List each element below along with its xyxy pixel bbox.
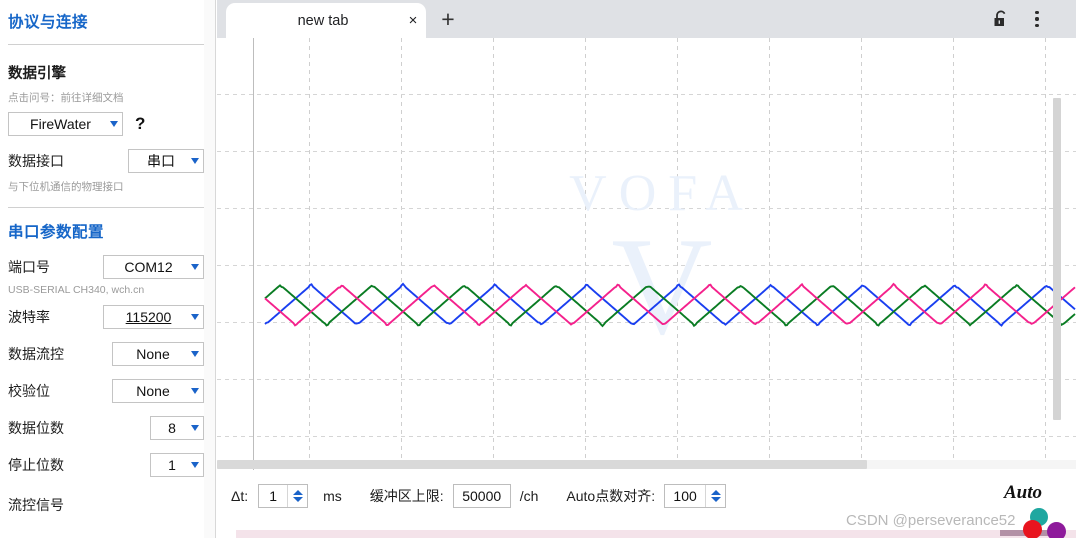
delta-t-stepper[interactable]: 1 xyxy=(258,484,309,508)
help-question-icon[interactable]: ? xyxy=(135,114,145,134)
tab-label: new tab xyxy=(297,12,349,29)
unlock-icon[interactable] xyxy=(990,8,1012,30)
stepper-up-icon[interactable] xyxy=(710,490,721,495)
flowcontrol-label: 数据流控 xyxy=(8,346,64,362)
plot-area[interactable]: VOFA V xyxy=(217,38,1076,470)
auto-align-stepper[interactable]: 100 xyxy=(664,484,727,508)
parity-label: 校验位 xyxy=(8,383,50,399)
sidebar-group-title-engine: 数据引擎 xyxy=(8,66,66,82)
chevron-down-icon xyxy=(191,351,199,357)
auto-align-label: Auto点数对齐: xyxy=(566,488,656,504)
data-interface-value: 串口 xyxy=(147,153,175,169)
stepper-down-icon[interactable] xyxy=(710,497,721,502)
sidebar-section-title-serial: 串口参数配置 xyxy=(8,224,105,241)
delta-t-label: Δt: xyxy=(231,488,249,504)
waveform-series xyxy=(264,282,1076,328)
auto-mode-label[interactable]: Auto xyxy=(1004,482,1042,504)
flow-signal-label: 流控信号 xyxy=(8,497,64,513)
buffer-limit-unit: /ch xyxy=(519,488,539,504)
baudrate-label: 波特率 xyxy=(8,309,50,325)
sidebar-engine-hint: 点击问号：前往详细文档 xyxy=(8,92,124,104)
auto-align-value[interactable]: 100 xyxy=(665,485,705,507)
vertical-scrollbar-thumb[interactable] xyxy=(1053,98,1061,420)
tab-strip: new tab × + xyxy=(217,0,1076,38)
baudrate-select[interactable]: 115200 xyxy=(103,305,204,329)
flowcontrol-value: None xyxy=(136,346,170,362)
data-engine-value: FireWater xyxy=(30,116,91,132)
buffer-limit-label: 缓冲区上限: xyxy=(369,488,444,504)
purple-dot xyxy=(1047,522,1066,538)
flowcontrol-select[interactable]: None xyxy=(112,342,204,366)
tab-new-tab[interactable]: new tab × xyxy=(226,3,426,38)
sidebar-right-divider xyxy=(204,0,216,538)
delta-t-value[interactable]: 1 xyxy=(259,485,287,507)
stopbits-value: 1 xyxy=(168,457,176,473)
chevron-down-icon xyxy=(191,388,199,394)
sidebar-divider-2 xyxy=(8,207,204,208)
delta-t-unit: ms xyxy=(323,488,342,504)
csdn-watermark: CSDN @perseverance52 xyxy=(846,512,1016,529)
databits-label: 数据位数 xyxy=(8,420,64,436)
chevron-down-icon xyxy=(191,425,199,431)
chevron-down-icon xyxy=(191,264,199,270)
port-hint: USB-SERIAL CH340, wch.cn xyxy=(8,284,145,296)
stepper-up-icon[interactable] xyxy=(292,490,303,495)
data-engine-select[interactable]: FireWater xyxy=(8,112,123,136)
data-interface-select[interactable]: 串口 xyxy=(128,149,204,173)
auto-align-stepper-buttons[interactable] xyxy=(705,485,725,507)
data-interface-label: 数据接口 xyxy=(8,153,64,169)
delta-t-stepper-buttons[interactable] xyxy=(287,485,307,507)
bottom-strip xyxy=(236,530,1076,538)
buffer-limit-input[interactable]: 50000 xyxy=(452,484,511,508)
close-icon[interactable]: × xyxy=(400,12,426,29)
red-dot xyxy=(1023,520,1042,538)
horizontal-scrollbar-thumb[interactable] xyxy=(217,460,867,469)
sidebar: 协议与连接 数据引擎 点击问号：前往详细文档 FireWater ? 数据接口 … xyxy=(0,0,204,538)
add-tab-button[interactable]: + xyxy=(435,7,461,33)
parity-select[interactable]: None xyxy=(112,379,204,403)
sidebar-interface-hint: 与下位机通信的物理接口 xyxy=(8,181,124,193)
chevron-down-icon xyxy=(191,314,199,320)
stopbits-select[interactable]: 1 xyxy=(150,453,204,477)
databits-select[interactable]: 8 xyxy=(150,416,204,440)
baudrate-value: 115200 xyxy=(125,309,172,325)
port-label: 端口号 xyxy=(8,259,50,275)
port-select[interactable]: COM12 xyxy=(103,255,204,279)
sidebar-divider-1 xyxy=(8,44,204,45)
chevron-down-icon xyxy=(191,462,199,468)
menu-dot xyxy=(1035,23,1039,28)
menu-dot xyxy=(1035,10,1039,15)
databits-value: 8 xyxy=(168,420,176,436)
kebab-menu-icon[interactable] xyxy=(1027,6,1047,32)
parity-value: None xyxy=(136,383,170,399)
stepper-down-icon[interactable] xyxy=(292,497,303,502)
port-value: COM12 xyxy=(124,259,173,275)
sidebar-section-title-protocol: 协议与连接 xyxy=(8,14,89,31)
stopbits-label: 停止位数 xyxy=(8,457,64,473)
main-panel: new tab × + VOFA V Δt: 1 ms 缓冲区上限: 50000… xyxy=(217,0,1076,538)
chevron-down-icon xyxy=(191,158,199,164)
menu-dot xyxy=(1035,17,1039,21)
chevron-down-icon xyxy=(110,121,118,127)
